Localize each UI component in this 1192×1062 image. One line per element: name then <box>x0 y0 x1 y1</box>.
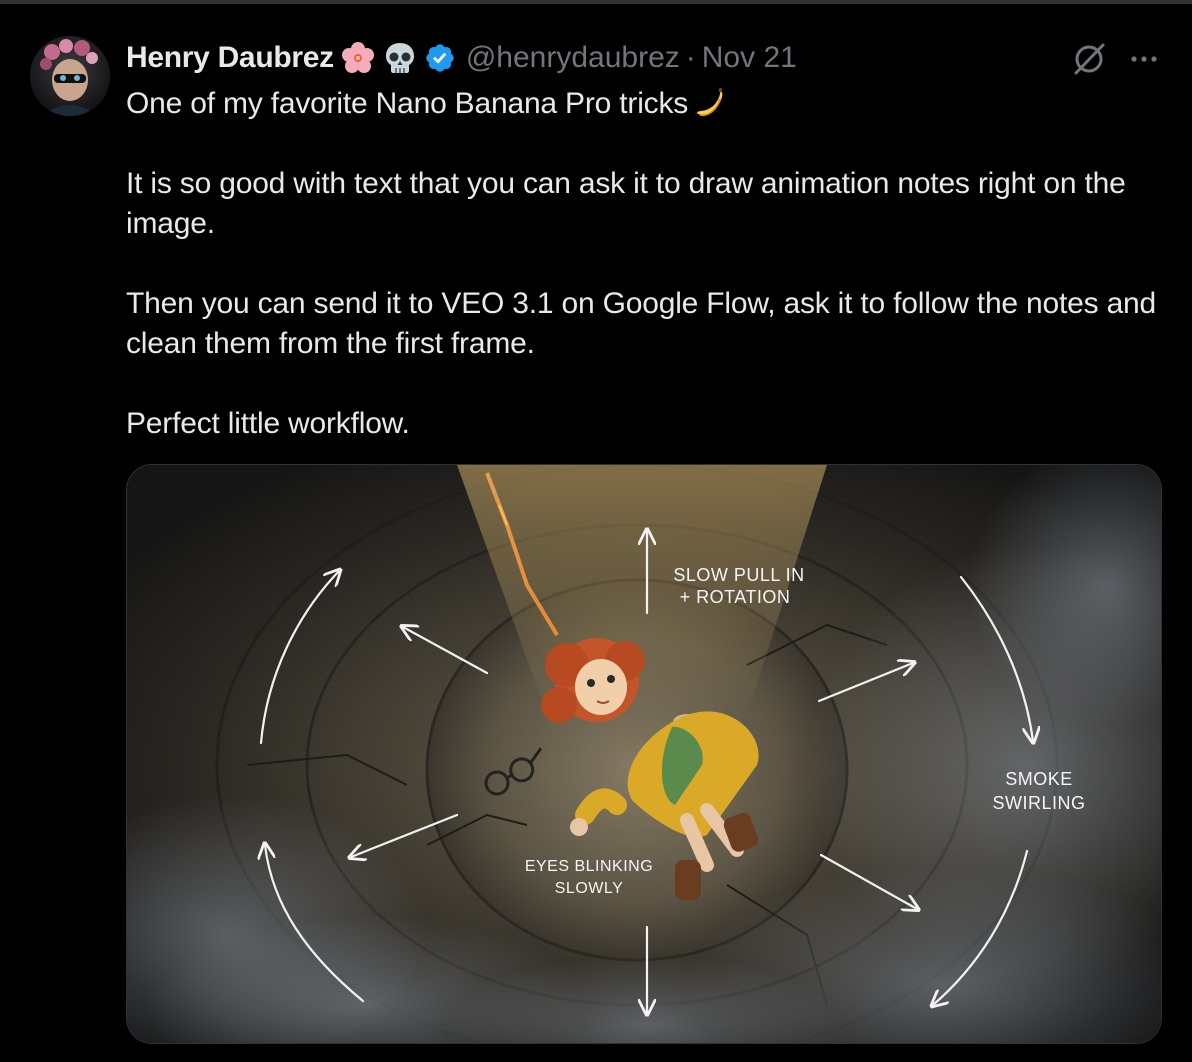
annotation-top-line1: SLOW PULL IN <box>673 565 804 585</box>
more-options-icon[interactable] <box>1124 40 1164 78</box>
annotation-right-line2: SWIRLING <box>992 793 1085 813</box>
avatar[interactable] <box>30 36 110 116</box>
tweet-date[interactable]: Nov 21 <box>702 41 797 75</box>
tweet-media-image[interactable]: SLOW PULL IN + ROTATION SMOKE SWIRLING E… <box>126 464 1162 1044</box>
annotation-top-line2: + ROTATION <box>680 587 791 607</box>
avatar-image <box>30 36 110 116</box>
tweet-line-1-text: One of my favorite Nano Banana Pro trick… <box>126 87 689 120</box>
top-divider <box>0 0 1192 4</box>
author-handle[interactable]: @henrydaubrez <box>466 41 680 75</box>
separator-dot: · <box>685 41 696 74</box>
grok-icon[interactable] <box>1070 40 1108 78</box>
tweet-paragraph-2: It is so good with text that you can ask… <box>126 167 1126 240</box>
tweet-paragraph-3: Then you can send it to VEO 3.1 on Googl… <box>126 287 1157 360</box>
author-name[interactable]: Henry Daubrez <box>126 41 334 75</box>
media-illustration: SLOW PULL IN + ROTATION SMOKE SWIRLING E… <box>127 465 1161 1043</box>
tweet-line-1: One of my favorite Nano Banana Pro trick… <box>126 84 1166 124</box>
skull-icon <box>382 40 418 76</box>
tweet-paragraph-4: Perfect little workflow. <box>126 407 410 440</box>
annotation-right-line1: SMOKE <box>1005 769 1073 789</box>
annotation-bottom-line2: SLOWLY <box>555 880 624 897</box>
verified-badge-icon[interactable] <box>424 42 456 74</box>
annotation-bottom-line1: EYES BLINKING <box>525 858 653 875</box>
banana-icon <box>694 87 728 119</box>
cherry-blossom-icon <box>340 40 376 76</box>
tweet-header: Henry Daubrez @henrydaubrez · Nov 21 <box>126 38 797 78</box>
tweet-text: One of my favorite Nano Banana Pro trick… <box>126 84 1166 444</box>
